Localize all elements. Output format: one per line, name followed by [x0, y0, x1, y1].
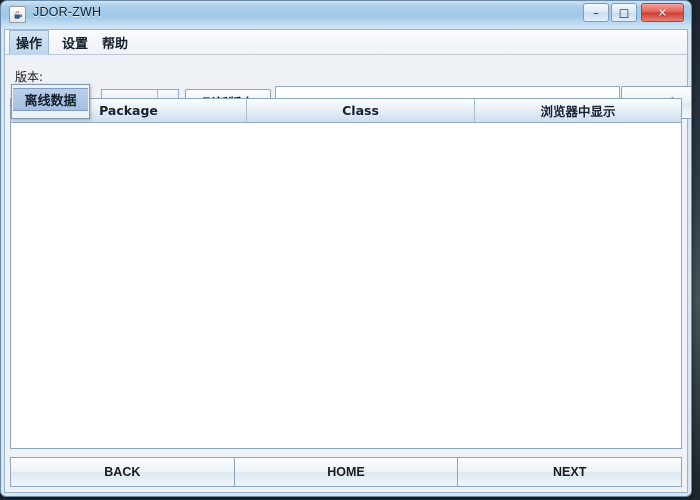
menu-item-help-label: 帮助 — [102, 37, 129, 52]
window-title: JDOR-ZWH — [33, 5, 102, 19]
application-window: JDOR-ZWH – □ ✕ 操作 设置 帮助 版本: 离线数据 Package… — [0, 0, 692, 497]
menu-item-operations-label: 操作 — [16, 37, 43, 52]
home-button-label: HOME — [327, 465, 365, 479]
menu-item-settings-label: 设置 — [62, 37, 89, 52]
table-body[interactable] — [11, 123, 681, 448]
menu-popup-item-offline-data[interactable]: 离线数据 — [13, 88, 88, 111]
column-header-browser-display[interactable]: 浏览器中显示 — [475, 99, 681, 122]
window-client-area: 操作 设置 帮助 版本: 刷新版本 — [4, 29, 691, 493]
next-button-label: NEXT — [553, 465, 587, 479]
menu-popup-item-offline-data-label: 离线数据 — [24, 94, 77, 109]
bottom-navigation-bar: BACK HOME NEXT — [10, 457, 683, 487]
maximize-button[interactable]: □ — [611, 3, 637, 22]
next-button[interactable]: NEXT — [457, 457, 683, 487]
operations-menu-popup: 离线数据 — [11, 84, 90, 119]
column-header-class[interactable]: Class — [247, 99, 475, 122]
version-label: 版本: — [15, 70, 44, 84]
back-button-label: BACK — [104, 465, 141, 479]
java-coffee-cup-icon — [9, 6, 26, 23]
menu-item-operations[interactable]: 操作 — [9, 30, 50, 55]
title-bar: JDOR-ZWH – □ ✕ — [1, 1, 691, 29]
back-button[interactable]: BACK — [10, 457, 234, 487]
minimize-button[interactable]: – — [583, 3, 609, 22]
minimize-icon: – — [593, 6, 599, 19]
close-icon: ✕ — [657, 6, 668, 19]
home-button[interactable]: HOME — [233, 457, 458, 487]
menu-bar: 操作 设置 帮助 — [5, 30, 687, 55]
menu-item-help[interactable]: 帮助 — [95, 30, 135, 55]
menu-item-settings[interactable]: 设置 — [55, 30, 95, 55]
column-header-browser-display-label: 浏览器中显示 — [540, 104, 616, 119]
maximize-icon: □ — [618, 6, 630, 19]
results-table: Package Class 浏览器中显示 — [10, 98, 682, 449]
table-header-row: Package Class 浏览器中显示 — [11, 99, 681, 123]
column-header-class-label: Class — [342, 103, 379, 118]
close-button[interactable]: ✕ — [641, 3, 684, 22]
column-header-package-label: Package — [99, 103, 158, 118]
